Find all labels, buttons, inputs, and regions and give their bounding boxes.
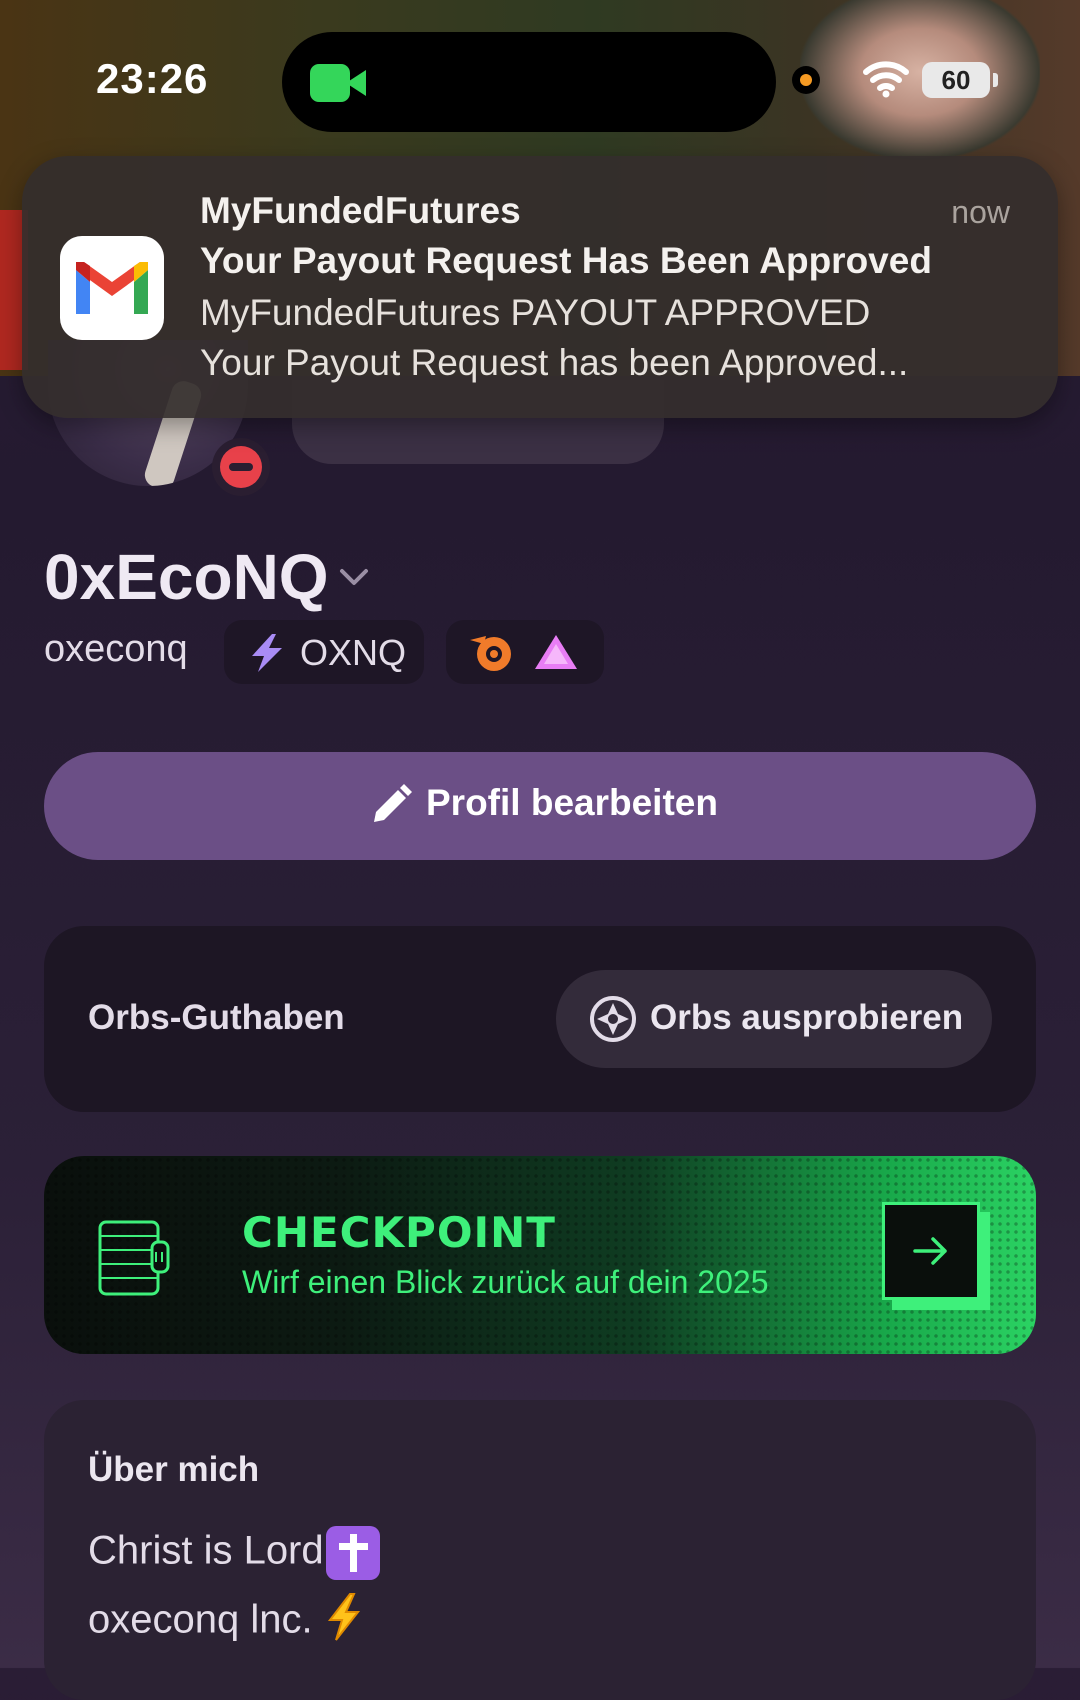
triangle-badge-icon[interactable]	[532, 632, 580, 677]
notification-app-name: MyFundedFutures	[200, 190, 521, 231]
username: oxeconq	[44, 628, 188, 670]
try-orbs-label: Orbs ausprobieren	[650, 998, 964, 1037]
banner-image	[800, 0, 1040, 160]
about-me-line: oxeconq lnc.	[88, 1592, 364, 1652]
dnd-status-icon	[212, 438, 270, 496]
status-time: 23:26	[96, 55, 209, 102]
checkpoint-title: CHECKPOINT	[242, 1208, 556, 1257]
about-me-text: oxeconq lnc.	[88, 1597, 313, 1642]
orbs-balance-label: Orbs-Guthaben	[88, 998, 345, 1037]
gmail-icon	[60, 236, 164, 340]
edit-profile-label: Profil bearbeiten	[426, 782, 718, 823]
arrow-right-icon	[913, 1237, 947, 1265]
battery-icon: 60	[922, 62, 998, 98]
mic-indicator-icon	[792, 66, 820, 94]
clan-bolt-icon	[244, 632, 288, 679]
clan-tag-label: OXNQ	[300, 632, 407, 673]
orb-icon	[588, 994, 638, 1049]
chevron-down-icon[interactable]	[338, 566, 370, 588]
notification-body: MyFundedFutures PAYOUT APPROVED Your Pay…	[200, 288, 908, 388]
orbs-badge-icon[interactable]	[466, 630, 516, 679]
about-me-text: Christ is Lord	[88, 1528, 324, 1573]
checkpoint-icon	[94, 1212, 174, 1307]
display-name[interactable]: 0xEcoNQ	[44, 540, 329, 614]
notification-body-line: MyFundedFutures PAYOUT APPROVED	[200, 292, 871, 333]
push-notification[interactable]: MyFundedFutures now Your Payout Request …	[22, 156, 1058, 418]
checkpoint-banner[interactable]: CHECKPOINT Wirf einen Blick zurück auf d…	[44, 1156, 1036, 1354]
about-me-title: Über mich	[88, 1450, 260, 1489]
edit-profile-button[interactable]: Profil bearbeiten	[44, 752, 1036, 860]
clan-tag[interactable]: OXNQ	[224, 620, 424, 684]
profile-badges[interactable]	[446, 620, 604, 684]
orbs-balance-card: Orbs-Guthaben Orbs ausprobieren	[44, 926, 1036, 1112]
try-orbs-button[interactable]: Orbs ausprobieren	[556, 970, 992, 1068]
wifi-icon	[862, 58, 910, 98]
checkpoint-subtitle: Wirf einen Blick zurück auf dein 2025	[242, 1264, 769, 1300]
about-me-card: Über mich Christ is Lord oxeconq lnc.	[44, 1400, 1036, 1700]
about-me-line: Christ is Lord	[88, 1526, 380, 1580]
notification-title: Your Payout Request Has Been Approved	[200, 240, 932, 281]
checkpoint-arrow-button[interactable]	[882, 1202, 980, 1300]
notification-time: now	[951, 194, 1010, 230]
dynamic-island[interactable]	[282, 32, 776, 132]
latin-cross-emoji-icon	[325, 1526, 380, 1580]
lightning-emoji-icon	[324, 1592, 364, 1652]
notification-body-line: Your Payout Request has been Approved...	[200, 342, 909, 383]
camera-active-icon	[310, 64, 368, 102]
pencil-icon	[368, 782, 414, 833]
